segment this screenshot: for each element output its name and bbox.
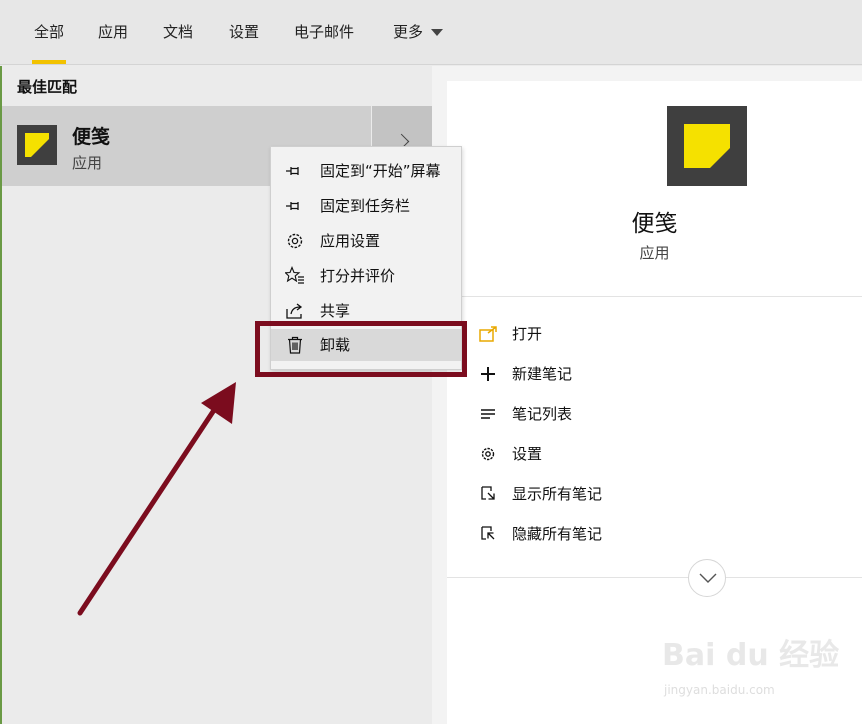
annotation-arrow	[77, 382, 236, 616]
baidu-watermark: Bai du 经验	[662, 638, 840, 673]
baidu-watermark-url: jingyan.baidu.com	[664, 683, 775, 697]
